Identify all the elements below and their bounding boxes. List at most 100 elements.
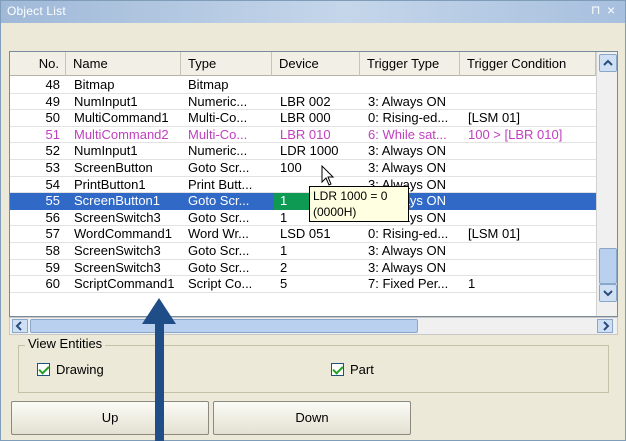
column-header-device[interactable]: Device xyxy=(273,52,360,76)
scroll-thumb[interactable] xyxy=(599,248,617,284)
table-row[interactable]: 49 NumInput1 Numeric... LBR 002 3: Alway… xyxy=(10,94,596,111)
row-no: 51 xyxy=(45,126,60,142)
table-row[interactable]: 56 ScreenSwitch3 Goto Scr... 1 3: Always… xyxy=(10,210,596,227)
scroll-thumb-horizontal[interactable] xyxy=(30,319,418,333)
horizontal-scrollbar[interactable] xyxy=(9,317,618,335)
scroll-up-button[interactable] xyxy=(599,54,617,72)
row-trigger-type: 3: Always ON xyxy=(368,259,447,275)
scroll-right-button[interactable] xyxy=(597,319,613,333)
table-row[interactable]: 48 Bitmap Bitmap xyxy=(10,77,596,94)
table-row[interactable]: 50 MultiCommand1 Multi-Co... LBR 000 0: … xyxy=(10,110,596,127)
scroll-down-button[interactable] xyxy=(599,284,617,302)
row-no: 48 xyxy=(45,77,60,92)
vertical-scrollbar[interactable] xyxy=(596,52,617,316)
mouse-cursor-icon xyxy=(321,165,335,186)
table-row[interactable]: 59 ScreenSwitch3 Goto Scr... 2 3: Always… xyxy=(10,260,596,277)
row-trigger-condition xyxy=(468,143,594,160)
row-device xyxy=(280,77,360,94)
row-device: 5 xyxy=(280,276,288,292)
row-trigger-condition xyxy=(468,94,594,111)
pin-icon[interactable]: ⊓ xyxy=(591,3,600,17)
table-row[interactable]: 58 ScreenSwitch3 Goto Scr... 1 3: Always… xyxy=(10,243,596,260)
drawing-checkbox-row[interactable]: Drawing xyxy=(37,362,104,377)
row-name: ScreenSwitch3 xyxy=(74,209,161,225)
row-trigger-type: 3: Always ON xyxy=(368,143,447,159)
row-name: NumInput1 xyxy=(74,93,138,109)
column-header-no[interactable]: No. xyxy=(10,52,66,76)
row-type: Multi-Co... xyxy=(188,126,248,142)
row-trigger-type: 3: Always ON xyxy=(368,243,447,258)
row-no: 50 xyxy=(45,110,60,126)
row-name: MultiCommand1 xyxy=(74,110,169,126)
row-trigger-condition xyxy=(468,260,594,277)
row-device: 100 xyxy=(280,160,302,175)
row-name: NumInput1 xyxy=(74,143,138,159)
row-device: LBR 010 xyxy=(280,126,331,142)
row-name: Bitmap xyxy=(74,77,115,92)
table-row[interactable]: 52 NumInput1 Numeric... LDR 1000 3: Alwa… xyxy=(10,143,596,160)
column-header-type[interactable]: Type xyxy=(182,52,272,76)
row-trigger-condition: [LSM 01] xyxy=(468,110,521,126)
row-type: Multi-Co... xyxy=(188,110,248,126)
row-no: 54 xyxy=(45,176,60,192)
up-button[interactable]: Up xyxy=(11,401,209,435)
chevron-left-icon xyxy=(15,321,22,331)
row-name: ScriptCommand1 xyxy=(74,276,175,292)
row-type: Goto Scr... xyxy=(188,160,250,175)
row-no: 60 xyxy=(45,276,60,292)
row-name: MultiCommand2 xyxy=(74,126,169,142)
table-row[interactable]: 53 ScreenButton Goto Scr... 100 3: Alway… xyxy=(10,160,596,177)
row-type: Word Wr... xyxy=(188,226,249,242)
column-header-name[interactable]: Name xyxy=(67,52,181,76)
row-trigger-type xyxy=(368,77,460,94)
row-device: LDR 1000 xyxy=(280,143,339,159)
row-type: Goto Scr... xyxy=(188,209,250,225)
row-device: LBR 002 xyxy=(280,93,331,109)
down-button[interactable]: Down xyxy=(213,401,411,435)
chevron-down-icon xyxy=(603,290,613,297)
row-trigger-condition xyxy=(468,243,594,260)
row-no: 53 xyxy=(45,160,60,175)
title-bar: Object List ⊓ × xyxy=(1,1,625,23)
close-icon[interactable]: × xyxy=(607,2,615,18)
row-trigger-condition: [LSM 01] xyxy=(468,226,521,242)
row-device: 1 xyxy=(280,243,288,258)
column-header-trigger-type[interactable]: Trigger Type xyxy=(361,52,460,76)
drawing-checkbox[interactable] xyxy=(37,363,50,376)
row-trigger-condition xyxy=(468,77,594,94)
row-type: Print Butt... xyxy=(188,176,253,192)
row-type: Script Co... xyxy=(188,276,253,292)
row-device: LSD 051 xyxy=(280,226,331,242)
row-trigger-type: 3: Always ON xyxy=(368,93,447,109)
row-trigger-condition xyxy=(468,160,594,177)
row-name: ScreenSwitch3 xyxy=(74,259,161,275)
chevron-right-icon xyxy=(603,321,610,331)
row-trigger-type: 3: Always ON xyxy=(368,160,447,175)
scroll-left-button[interactable] xyxy=(12,319,28,333)
table-row[interactable]: 54 PrintButton1 Print Butt... 3: Always … xyxy=(10,177,596,194)
object-list-view[interactable]: No. Name Type Device Trigger Type Trigge… xyxy=(9,51,618,317)
row-type: Numeric... xyxy=(188,143,248,159)
row-type: Goto Scr... xyxy=(188,193,250,209)
row-name: ScreenSwitch3 xyxy=(74,243,161,258)
row-trigger-condition xyxy=(468,210,594,227)
column-header-trigger-condition[interactable]: Trigger Condition xyxy=(461,52,596,76)
part-label: Part xyxy=(350,362,374,377)
row-name: ScreenButton xyxy=(74,160,153,175)
row-trigger-type: 7: Fixed Per... xyxy=(368,276,449,292)
row-device: LBR 000 xyxy=(280,110,331,126)
object-list-window: Object List ⊓ × No. Name Type Device Tri… xyxy=(0,0,626,441)
row-type: Goto Scr... xyxy=(188,243,250,258)
view-entities-group xyxy=(18,345,609,393)
part-checkbox[interactable] xyxy=(331,363,344,376)
row-type: Numeric... xyxy=(188,93,248,109)
table-row-selected[interactable]: 55 ScreenButton1 Goto Scr... 1 3: Always… xyxy=(10,193,596,210)
part-checkbox-row[interactable]: Part xyxy=(331,362,374,377)
row-no: 58 xyxy=(45,243,60,258)
table-row[interactable]: 51 MultiCommand2 Multi-Co... LBR 010 6: … xyxy=(10,127,596,144)
row-no: 57 xyxy=(45,226,60,242)
table-row[interactable]: 60 ScriptCommand1 Script Co... 5 7: Fixe… xyxy=(10,276,596,293)
tooltip-line-2: (0000H) xyxy=(313,205,357,219)
table-row[interactable]: 57 WordCommand1 Word Wr... LSD 051 0: Ri… xyxy=(10,226,596,243)
row-no: 56 xyxy=(45,209,60,225)
